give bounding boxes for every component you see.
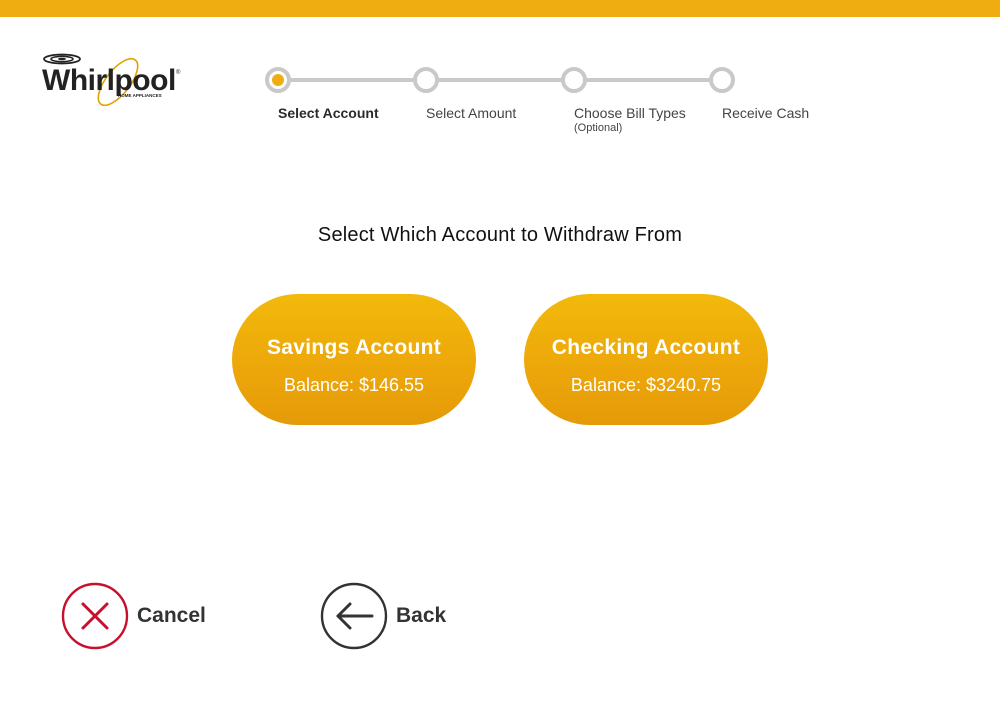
back-button[interactable]: Back (320, 582, 446, 650)
atm-withdraw-screen: Whirlpool ® HOME APPLIANCES Select Accou… (0, 0, 1000, 727)
arrow-left-icon (320, 582, 388, 650)
account-balance: Balance: $146.55 (283, 375, 425, 395)
account-balance: Balance: $3240.75 (570, 375, 722, 395)
back-label: Back (396, 604, 447, 627)
step-label-receive-cash: Receive Cash (722, 105, 810, 121)
step-dot-choose-bill-types (561, 67, 587, 93)
close-icon (61, 582, 129, 650)
step-label-select-account: Select Account (278, 105, 379, 121)
step-connector (437, 78, 563, 82)
step-connector (289, 78, 415, 82)
step-label-choose-bill-types: Choose Bill Types (574, 105, 686, 121)
account-name: Checking Account (551, 336, 741, 359)
savings-account-button[interactable]: Savings Account Balance: $146.55 (232, 294, 476, 425)
step-dot-receive-cash (709, 67, 735, 93)
step-dot-select-account (265, 67, 291, 93)
step-label-select-amount: Select Amount (426, 105, 517, 121)
step-sublabel-optional: (Optional) (574, 122, 623, 134)
progress-stepper: Select Account Select Amount Choose Bill… (0, 0, 1000, 150)
step-dot-select-amount (413, 67, 439, 93)
page-title: Select Which Account to Withdraw From (317, 224, 683, 246)
cancel-button[interactable]: Cancel (61, 582, 206, 650)
checking-account-button[interactable]: Checking Account Balance: $3240.75 (524, 294, 768, 425)
cancel-label: Cancel (137, 604, 206, 627)
account-name: Savings Account (266, 336, 442, 359)
step-connector (585, 78, 711, 82)
